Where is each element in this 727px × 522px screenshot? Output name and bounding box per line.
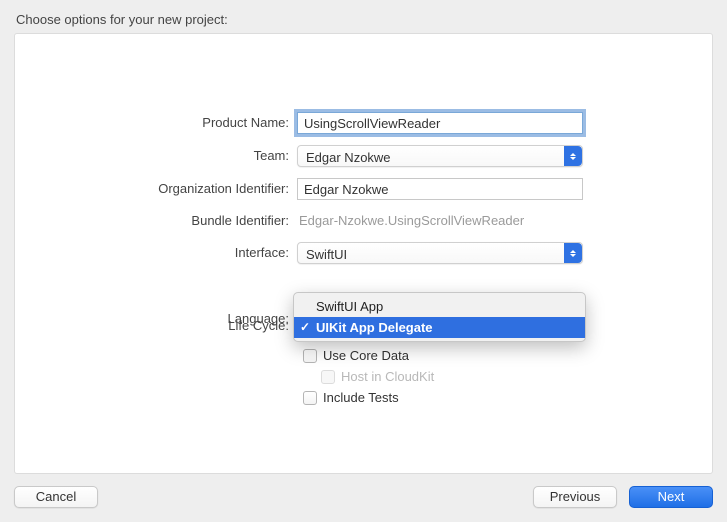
menu-item-label: SwiftUI App <box>316 299 383 314</box>
include-tests-checkbox[interactable] <box>303 391 317 405</box>
updown-arrows-icon <box>564 243 582 263</box>
team-row: Team: Edgar Nzokwe <box>15 145 712 167</box>
team-popup-value: Edgar Nzokwe <box>306 150 391 165</box>
org-identifier-row: Organization Identifier: <box>15 178 712 200</box>
life-cycle-option-uikit-app-delegate[interactable]: ✓ UIKit App Delegate <box>294 317 585 338</box>
options-checkboxes: Use Core Data Host in CloudKit Include T… <box>303 348 712 405</box>
interface-popup[interactable]: SwiftUI <box>297 242 583 264</box>
bundle-identifier-row: Bundle Identifier: Edgar-Nzokwe.UsingScr… <box>15 211 712 231</box>
life-cycle-label: Life Cycle: <box>15 318 297 333</box>
page-title: Choose options for your new project: <box>16 12 713 27</box>
use-core-data-label: Use Core Data <box>323 348 409 363</box>
host-in-cloudkit-checkbox <box>321 370 335 384</box>
interface-label: Interface: <box>15 243 297 263</box>
bundle-identifier-value: Edgar-Nzokwe.UsingScrollViewReader <box>297 211 583 231</box>
product-name-row: Product Name: <box>15 112 712 134</box>
menu-item-label: UIKit App Delegate <box>316 320 433 335</box>
include-tests-label: Include Tests <box>323 390 399 405</box>
interface-row: Interface: SwiftUI <box>15 242 712 264</box>
product-name-input[interactable] <box>297 112 583 134</box>
host-in-cloudkit-row: Host in CloudKit <box>321 369 712 384</box>
interface-popup-value: SwiftUI <box>306 247 347 262</box>
use-core-data-row: Use Core Data <box>303 348 712 363</box>
include-tests-row: Include Tests <box>303 390 712 405</box>
use-core-data-checkbox[interactable] <box>303 349 317 363</box>
team-popup[interactable]: Edgar Nzokwe <box>297 145 583 167</box>
next-button[interactable]: Next <box>629 486 713 508</box>
previous-button[interactable]: Previous <box>533 486 617 508</box>
footer: Cancel Previous Next <box>14 474 713 508</box>
team-label: Team: <box>15 146 297 166</box>
checkmark-icon: ✓ <box>300 319 310 336</box>
cancel-button[interactable]: Cancel <box>14 486 98 508</box>
new-project-options-window: Choose options for your new project: Lif… <box>0 0 727 522</box>
options-panel: Life Cycle: Product Name: Team: Edgar Nz… <box>14 33 713 474</box>
updown-arrows-icon <box>564 146 582 166</box>
product-name-label: Product Name: <box>15 113 297 133</box>
life-cycle-option-swiftui-app[interactable]: SwiftUI App <box>294 296 585 317</box>
options-form: Life Cycle: Product Name: Team: Edgar Nz… <box>15 112 712 405</box>
org-identifier-label: Organization Identifier: <box>15 179 297 199</box>
org-identifier-input[interactable] <box>297 178 583 200</box>
host-in-cloudkit-label: Host in CloudKit <box>341 369 434 384</box>
bundle-identifier-label: Bundle Identifier: <box>15 211 297 231</box>
life-cycle-menu[interactable]: SwiftUI App ✓ UIKit App Delegate <box>293 292 586 342</box>
